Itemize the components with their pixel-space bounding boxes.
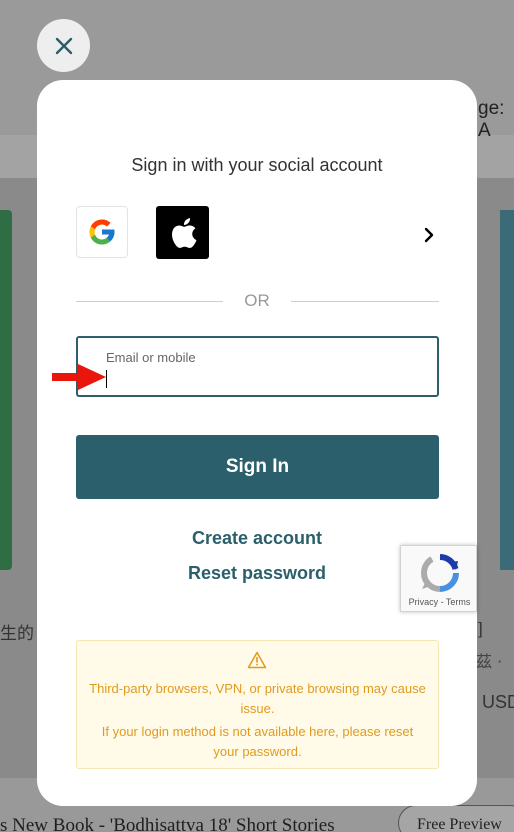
apple-sign-in-button[interactable] bbox=[156, 206, 209, 259]
background-book-title: s New Book - 'Bodhisattva 18' Short Stor… bbox=[0, 815, 335, 832]
divider-line bbox=[76, 301, 223, 302]
browser-notice: Third-party browsers, VPN, or private br… bbox=[76, 640, 439, 769]
background-author-right: 茲 · bbox=[476, 652, 503, 671]
email-field-container: Email or mobile bbox=[76, 336, 439, 397]
background-currency: USD bbox=[482, 692, 514, 712]
free-preview-button: Free Preview bbox=[398, 805, 514, 832]
divider-line bbox=[291, 301, 439, 302]
background-book-cover-right bbox=[500, 210, 514, 570]
background-book-name-left: 生的 bbox=[0, 624, 34, 644]
chevron-right-icon bbox=[424, 227, 434, 243]
recaptcha-icon bbox=[420, 554, 459, 592]
or-divider: OR bbox=[76, 290, 439, 312]
email-field[interactable] bbox=[106, 368, 426, 390]
more-providers-button[interactable] bbox=[417, 223, 441, 247]
recaptcha-terms-text: Privacy - Terms bbox=[408, 597, 471, 607]
or-text: OR bbox=[244, 291, 270, 310]
background-book-cover-left bbox=[0, 210, 12, 570]
social-sign-in-title: Sign in with your social account bbox=[131, 155, 383, 175]
google-icon bbox=[89, 219, 115, 245]
close-icon bbox=[55, 37, 72, 54]
background-language-text: ge: A bbox=[478, 98, 505, 141]
apple-icon bbox=[171, 217, 196, 248]
recaptcha-badge[interactable]: Privacy - Terms bbox=[400, 545, 477, 612]
sign-in-modal: Sign in with your social account OR Emai… bbox=[37, 80, 477, 806]
email-field-label: Email or mobile bbox=[106, 350, 196, 365]
close-button[interactable] bbox=[37, 19, 90, 72]
sign-in-button[interactable]: Sign In bbox=[76, 435, 439, 499]
background-bracket-text: ] bbox=[478, 619, 483, 638]
red-arrow-annotation bbox=[52, 364, 106, 390]
notice-text-reset: If your login method is not available he… bbox=[101, 724, 414, 759]
warning-icon bbox=[247, 651, 267, 669]
notice-text-browsers: Third-party browsers, VPN, or private br… bbox=[89, 681, 426, 716]
google-sign-in-button[interactable] bbox=[76, 206, 128, 258]
